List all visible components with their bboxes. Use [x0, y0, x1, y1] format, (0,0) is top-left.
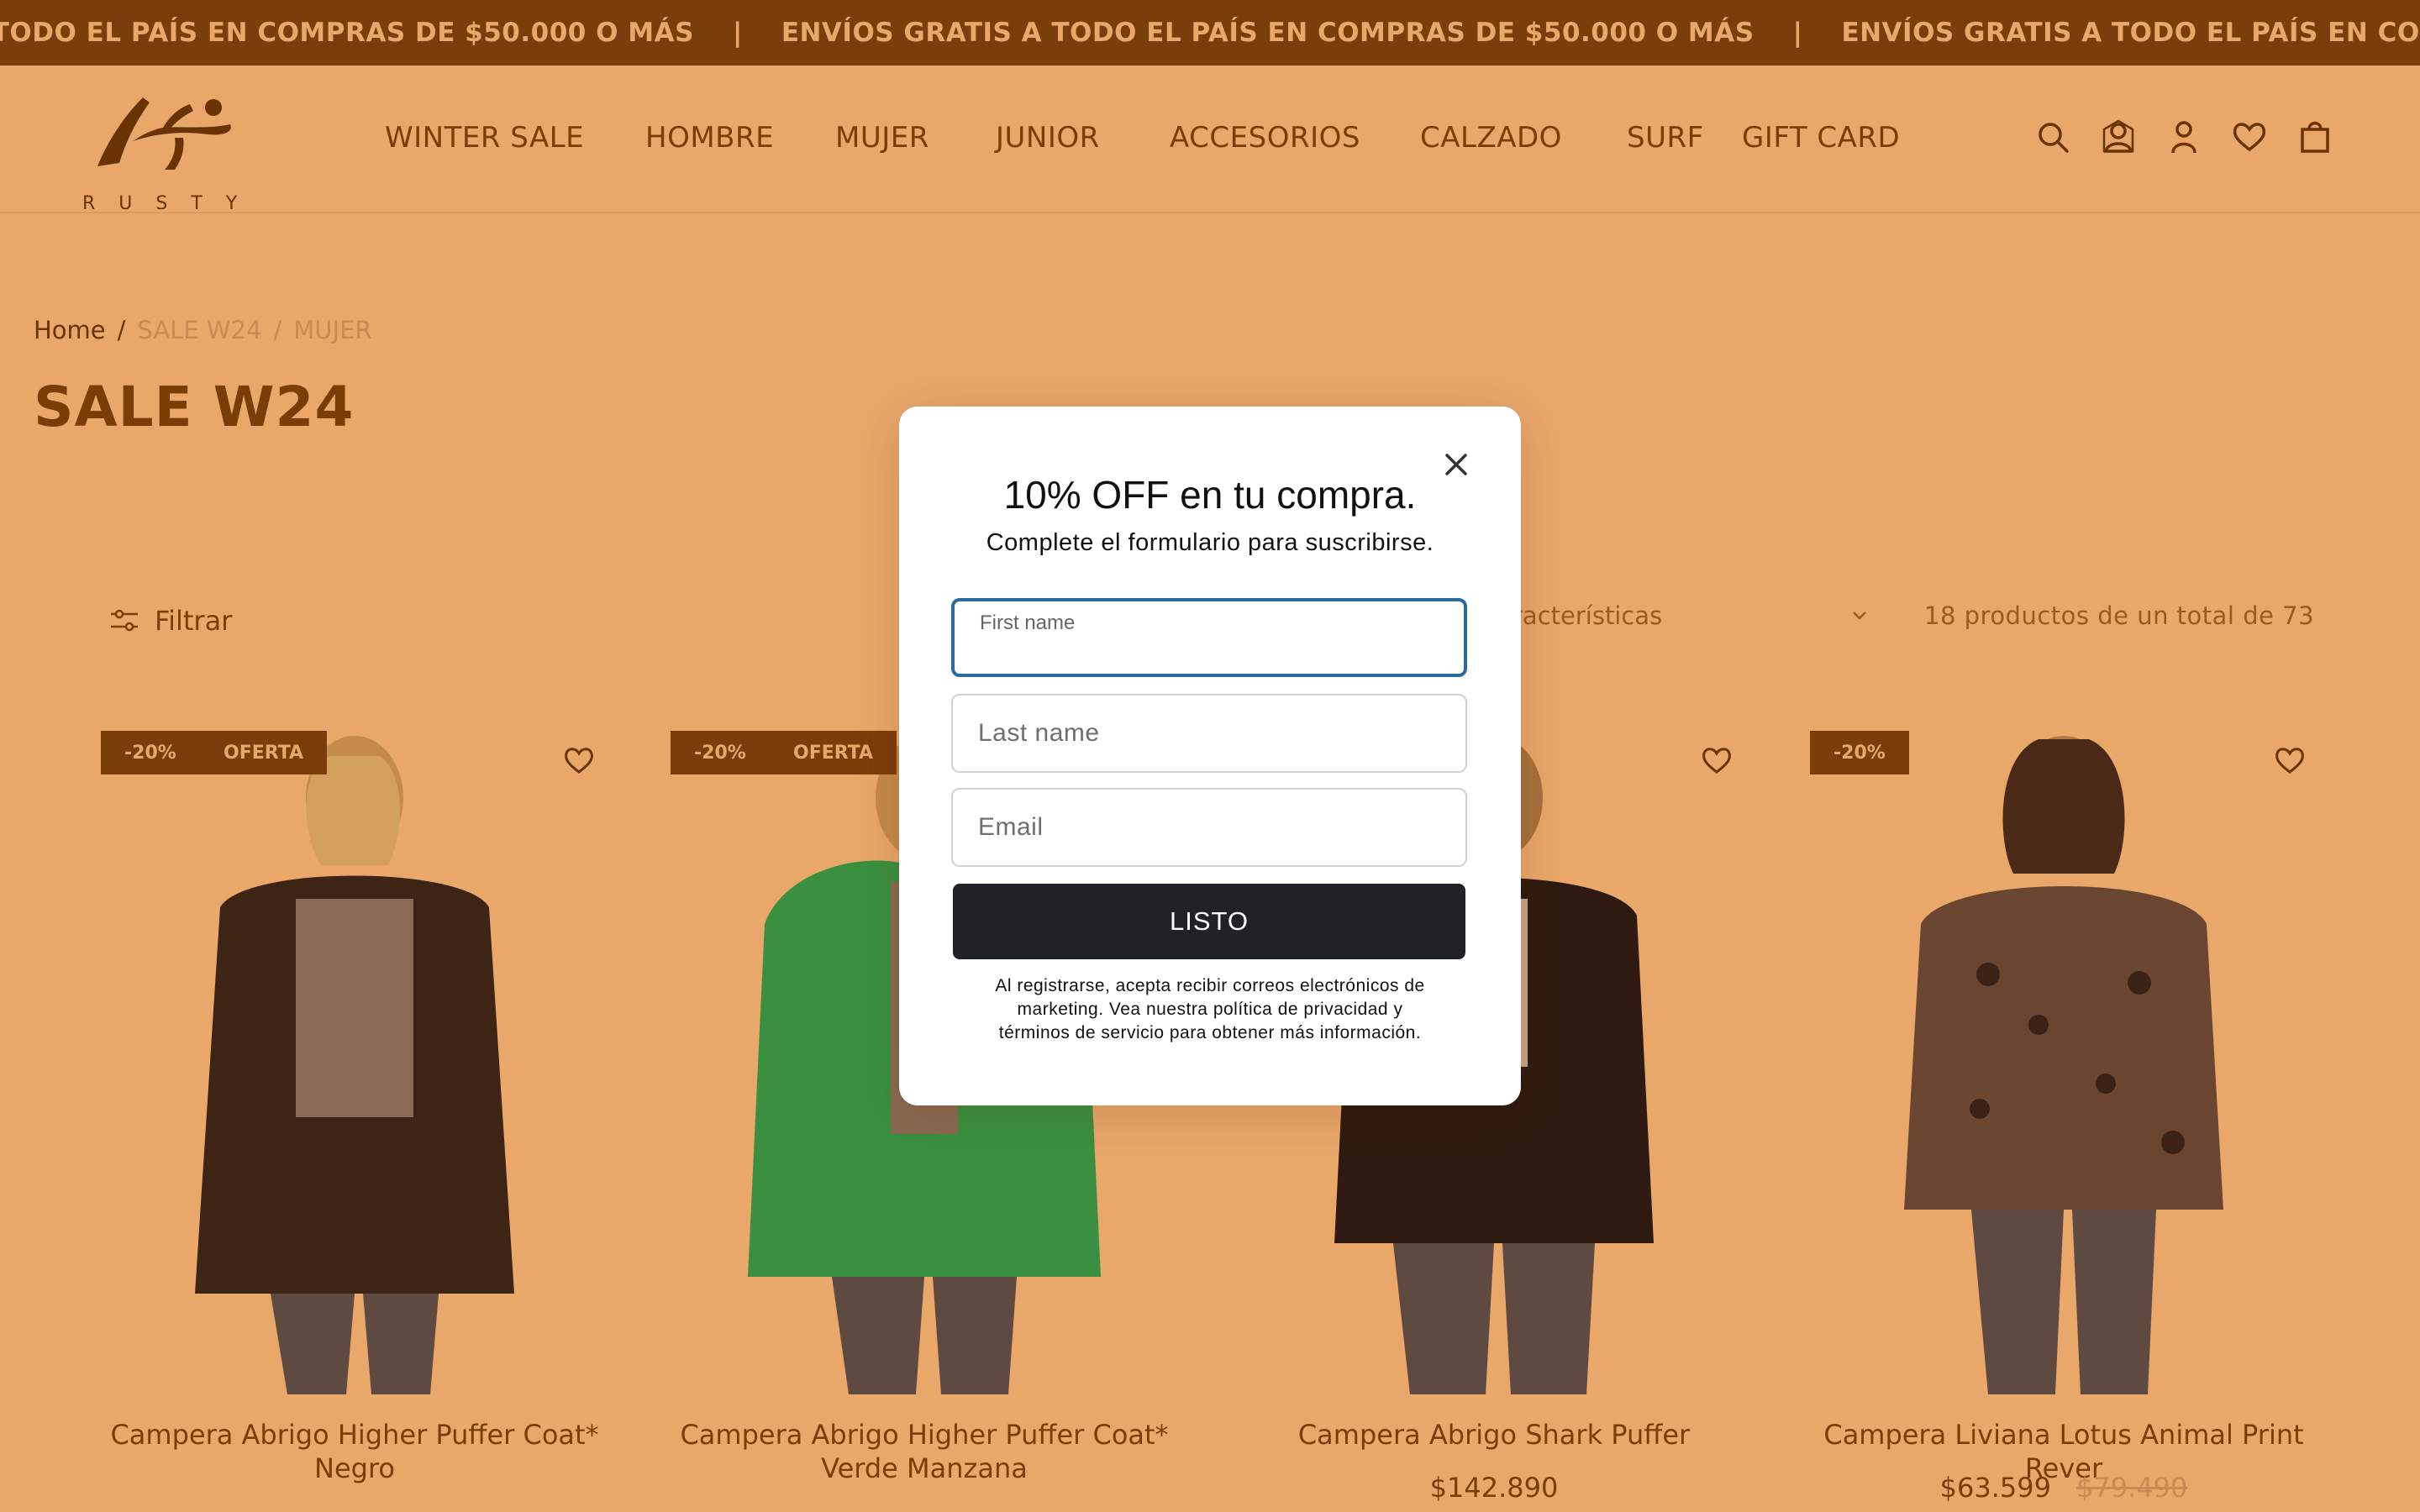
nav-accesorios[interactable]: ACCESORIOS	[1170, 121, 1360, 155]
heart-icon[interactable]	[2230, 118, 2269, 156]
last-name-placeholder: Last name	[978, 719, 1100, 747]
product-name[interactable]: Campera Abrigo Shark Puffer	[1217, 1418, 1771, 1452]
product-image[interactable]	[77, 706, 632, 1394]
product-card[interactable]: -20% OFERTA Campera Abrigo Higher Puffer…	[77, 706, 632, 1512]
product-price: $142.890	[1429, 1472, 1559, 1504]
product-name[interactable]: Campera Abrigo Higher Puffer Coat* Verde…	[647, 1418, 1202, 1485]
breadcrumb-separator: /	[117, 316, 126, 344]
sort-select[interactable]: racterísticas	[1512, 601, 1662, 630]
site-header: RUSTY WINTER SALE HOMBRE MUJER JUNIOR AC…	[0, 66, 2420, 214]
breadcrumb-sale[interactable]: SALE W24	[137, 316, 261, 344]
filter-sliders-icon	[111, 609, 138, 632]
nav-hombre[interactable]: HOMBRE	[645, 121, 774, 155]
nav-mujer[interactable]: MUJER	[835, 121, 929, 155]
breadcrumb-home[interactable]: Home	[34, 316, 106, 344]
breadcrumb: Home / SALE W24 / MUJER	[34, 316, 372, 344]
page-title: SALE W24	[34, 375, 355, 439]
modal-subtitle: Complete el formulario para suscribirse.	[986, 529, 1434, 556]
last-name-field[interactable]: Last name	[951, 694, 1467, 773]
product-count: 18 productos de un total de 73	[1924, 601, 2315, 630]
announcement-text: A TODO EL PAÍS EN COMPRAS DE $50.000 O M…	[0, 18, 694, 48]
account-icon[interactable]	[2099, 118, 2138, 156]
discount-badge: -20%	[1810, 731, 1909, 774]
user-icon[interactable]	[2165, 118, 2203, 156]
submit-button[interactable]: LISTO	[953, 884, 1465, 959]
discount-badge: -20%	[101, 731, 200, 774]
offer-badge: OFERTA	[770, 731, 897, 774]
chevron-down-icon[interactable]	[1849, 605, 1870, 627]
bag-icon[interactable]	[2296, 118, 2334, 156]
email-field[interactable]: Email	[951, 788, 1467, 867]
legal-disclaimer: Al registrarse, acepta recibir correos e…	[995, 976, 1425, 1042]
announcement-text: ENVÍOS GRATIS A TODO EL PAÍS EN CO	[1841, 18, 2420, 48]
filter-button[interactable]: Filtrar	[109, 605, 232, 637]
nav-gift-card[interactable]: GIFT CARD	[1742, 121, 1900, 155]
announcement-text: ENVÍOS GRATIS A TODO EL PAÍS EN COMPRAS …	[781, 18, 1754, 48]
first-name-label: First name	[980, 612, 1076, 634]
modal-title: 10% OFF en tu compra.	[1003, 473, 1417, 517]
filter-label: Filtrar	[155, 605, 233, 637]
nav-winter-sale[interactable]: WINTER SALE	[385, 121, 584, 155]
product-old-price: $79.490	[2076, 1472, 2188, 1504]
product-image[interactable]	[1786, 706, 2341, 1394]
product-price-row: $63.599 $79.490	[1786, 1472, 2341, 1504]
newsletter-modal: 10% OFF en tu compra. Complete el formul…	[899, 407, 1521, 1105]
nav-surf[interactable]: SURF	[1627, 121, 1704, 155]
first-name-field[interactable]: First name	[951, 598, 1467, 677]
announcement-separator: |	[732, 18, 743, 48]
product-price: $63.599	[1939, 1472, 2051, 1504]
breadcrumb-mujer: MUJER	[293, 316, 372, 344]
nav-calzado[interactable]: CALZADO	[1420, 121, 1562, 155]
wishlist-heart-icon[interactable]	[1699, 743, 1734, 778]
email-placeholder: Email	[978, 813, 1044, 841]
search-icon[interactable]	[2033, 118, 2072, 156]
wishlist-heart-icon[interactable]	[561, 743, 597, 778]
nav-junior[interactable]: JUNIOR	[996, 121, 1100, 155]
offer-badge: OFERTA	[200, 731, 328, 774]
product-card[interactable]: -20% Campera Liviana Lotus Animal Print …	[1786, 706, 2341, 1512]
announcement-separator: |	[1792, 18, 1803, 48]
product-name[interactable]: Campera Abrigo Higher Puffer Coat* Negro	[77, 1418, 632, 1485]
breadcrumb-separator: /	[273, 316, 282, 344]
wishlist-heart-icon[interactable]	[2272, 743, 2307, 778]
announcement-track: A TODO EL PAÍS EN COMPRAS DE $50.000 O M…	[0, 0, 2420, 66]
announcement-bar: A TODO EL PAÍS EN COMPRAS DE $50.000 O M…	[0, 0, 2420, 66]
discount-badge: -20%	[671, 731, 770, 774]
